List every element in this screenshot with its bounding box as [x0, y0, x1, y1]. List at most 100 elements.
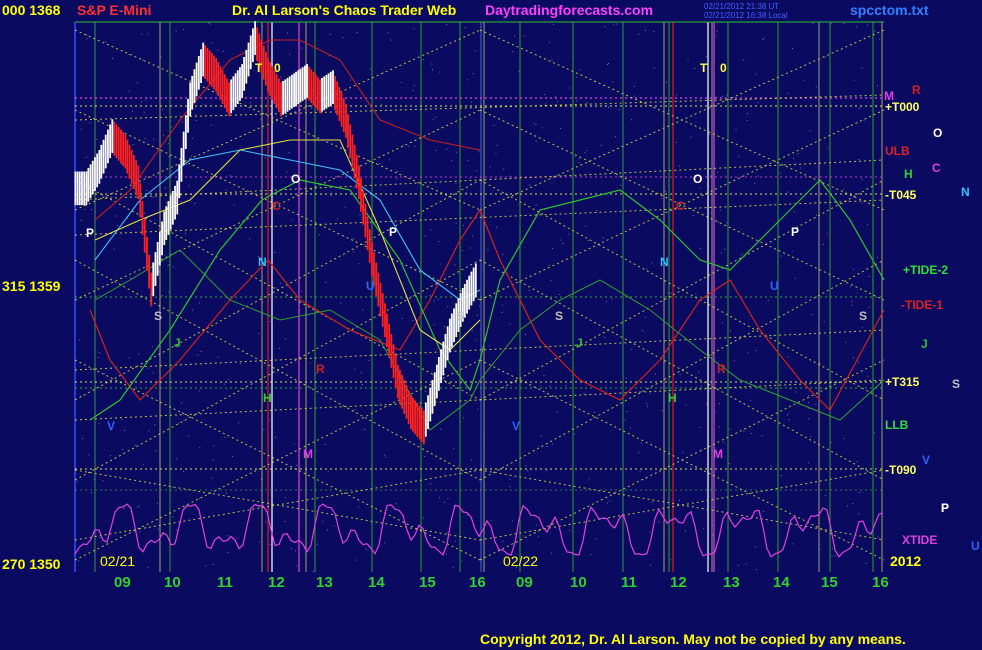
star: [509, 478, 511, 480]
star: [787, 93, 789, 95]
star: [858, 513, 860, 515]
star: [529, 184, 531, 186]
star: [509, 486, 511, 487]
star: [333, 525, 335, 527]
x-tick-label: 16: [872, 574, 889, 591]
star: [183, 29, 185, 30]
star: [176, 458, 178, 460]
star: [830, 23, 832, 25]
star: [661, 198, 663, 199]
plot-marker: R: [717, 362, 726, 376]
star: [629, 427, 631, 429]
star: [162, 108, 164, 110]
star: [856, 26, 858, 28]
star: [353, 251, 355, 253]
star: [546, 469, 548, 471]
star: [738, 155, 740, 157]
star: [142, 59, 143, 61]
star: [455, 182, 457, 184]
star: [649, 531, 651, 533]
star: [152, 372, 154, 374]
plot-marker: P: [389, 225, 397, 239]
star: [651, 262, 653, 264]
star: [439, 497, 440, 499]
star: [588, 478, 590, 480]
star: [365, 548, 367, 550]
star: [102, 480, 104, 482]
star: [461, 560, 463, 562]
star: [327, 471, 329, 473]
star: [823, 244, 825, 245]
star: [493, 124, 495, 126]
star: [80, 219, 82, 221]
star: [475, 339, 477, 341]
star: [576, 76, 578, 78]
star: [721, 322, 723, 324]
star: [191, 137, 193, 139]
star: [549, 41, 550, 43]
star: [613, 23, 615, 25]
star: [446, 148, 448, 150]
star: [142, 463, 144, 465]
star: [741, 254, 743, 256]
star: [194, 203, 195, 204]
right-label: J: [921, 337, 928, 351]
star: [158, 271, 160, 273]
star: [670, 559, 672, 561]
star: [489, 166, 491, 168]
star: [342, 37, 344, 39]
right-label: XTIDE: [902, 533, 937, 547]
star: [848, 126, 850, 127]
right-label: H: [904, 167, 913, 181]
star: [362, 384, 363, 385]
star: [794, 277, 796, 279]
star: [852, 502, 854, 504]
star: [217, 356, 219, 358]
star: [556, 411, 558, 413]
x-tick-label: 11: [217, 574, 233, 591]
star: [97, 357, 99, 358]
star: [98, 295, 100, 297]
star: [606, 502, 608, 504]
star: [289, 53, 291, 55]
price-label-top: 000 1368: [2, 2, 61, 18]
star: [217, 49, 219, 51]
star: [358, 263, 360, 265]
star: [112, 57, 114, 59]
star: [719, 402, 720, 404]
star: [537, 536, 539, 538]
star: [340, 302, 342, 304]
star: [612, 81, 614, 83]
star: [269, 419, 271, 421]
star: [638, 452, 640, 454]
star: [239, 363, 241, 365]
star: [96, 138, 98, 140]
star: [446, 24, 447, 25]
star: [223, 383, 225, 385]
star: [212, 459, 214, 461]
star: [812, 22, 814, 24]
star: [269, 543, 271, 545]
star: [750, 432, 752, 434]
star: [236, 312, 238, 314]
star: [295, 464, 297, 466]
star: [284, 520, 286, 522]
star: [858, 361, 860, 363]
right-label: LLB: [885, 418, 909, 432]
star: [144, 212, 146, 214]
star: [856, 461, 858, 463]
star: [221, 115, 223, 117]
star: [863, 119, 865, 121]
plot-marker: N: [258, 255, 267, 269]
star: [700, 385, 702, 387]
site-label: Daytradingforecasts.com: [485, 2, 653, 18]
star: [845, 341, 847, 343]
star: [384, 542, 386, 544]
star: [712, 534, 714, 536]
star: [800, 167, 802, 169]
star: [382, 71, 384, 73]
star: [726, 94, 728, 96]
star: [502, 253, 504, 255]
star: [78, 560, 79, 562]
star: [190, 155, 192, 157]
